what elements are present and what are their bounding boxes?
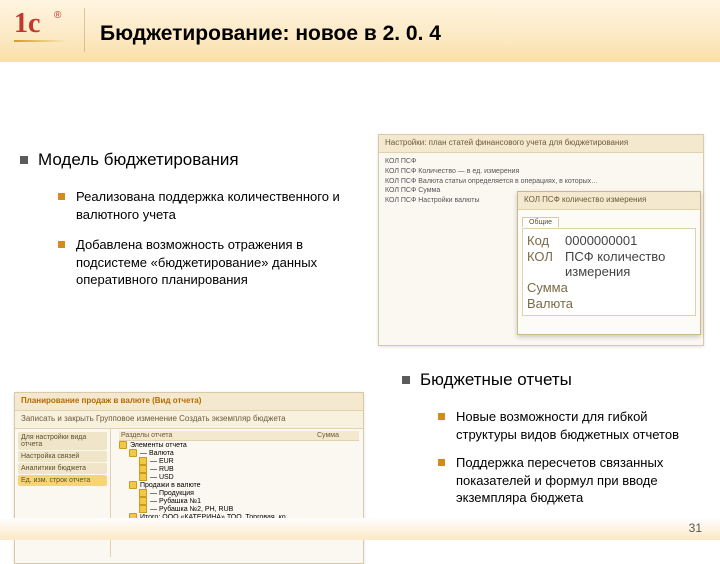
slide-title: Бюджетирование: новое в 2. 0. 4 (100, 22, 441, 46)
item-icon (139, 465, 147, 473)
col-sections: Разделы отчета (121, 432, 317, 439)
square-bullet-small-icon (58, 241, 65, 248)
list-row: КОЛ ПСФ (385, 157, 697, 167)
section1-heading-text: Модель бюджетирования (38, 150, 239, 169)
header-divider (84, 8, 85, 52)
screenshot-settings-window: Настройки: план статей финансового учета… (378, 134, 704, 346)
tree-row: — RUB (119, 465, 359, 473)
col-sum: Сумма (317, 432, 357, 439)
sidebar-item: Для настройки вида отчета (18, 432, 107, 450)
tab-general: Общие (522, 217, 559, 227)
square-bullet-small-icon (438, 459, 445, 466)
grid-header: Разделы отчета Сумма (119, 431, 359, 441)
item-icon (139, 489, 147, 497)
field-value: 0000000001 (565, 233, 691, 248)
screenshot-subwindow: КОЛ ПСФ количество измерения Общие Код 00… (517, 191, 701, 335)
toolbar: Записать и закрыть Групповое изменение С… (15, 411, 363, 429)
tree-grid: Разделы отчета Сумма Элементы отчета — В… (115, 429, 363, 523)
form-row: Код 0000000001 (527, 233, 691, 248)
field-value (577, 296, 691, 311)
list-row: КОЛ ПСФ Валюта статьи определяется в опе… (385, 177, 697, 187)
section2-bullet-2-text: Поддержка пересчетов связанных показател… (438, 454, 698, 507)
window-title-bar: Настройки: план статей финансового учета… (379, 135, 703, 153)
folder-icon (129, 481, 137, 489)
field-label: Код (527, 233, 561, 248)
form-panel: Код 0000000001 КОЛПСФ количество измерени… (522, 228, 696, 316)
section1-heading: Модель бюджетирования (20, 150, 239, 170)
section2-heading-text: Бюджетные отчеты (420, 370, 572, 389)
logo-registered: ® (54, 10, 61, 21)
tree-row: — USD (119, 473, 359, 481)
section1-bullet-1: Реализована поддержка количественного и … (58, 188, 358, 223)
logo-1c: 1c ® (12, 6, 74, 56)
section2-bullet-1-text: Новые возможности для гибкой структуры в… (438, 408, 698, 443)
tree-row: — Валюта (119, 449, 359, 457)
tree-row: Продажи в валюте (119, 481, 359, 489)
sidebar-item: Настройка связей (18, 451, 107, 462)
square-bullet-icon (402, 376, 410, 384)
item-icon (139, 497, 147, 505)
tree-row: — Рубашка №1 (119, 497, 359, 505)
section2-bullet-1: Новые возможности для гибкой структуры в… (438, 408, 698, 443)
section1-bullet-1-text: Реализована поддержка количественного и … (58, 188, 358, 223)
form-row: КОЛПСФ количество измерения (527, 249, 691, 279)
field-label: КОЛ (527, 249, 561, 279)
square-bullet-small-icon (438, 413, 445, 420)
form-row: Валюта (527, 296, 691, 311)
field-label: Валюта (527, 296, 573, 311)
field-value (572, 280, 691, 295)
section2-heading: Бюджетные отчеты (402, 370, 572, 390)
sidebar-item: Аналитики бюджета (18, 463, 107, 474)
tree-row: — Продукция (119, 489, 359, 497)
folder-icon (119, 441, 127, 449)
field-value: ПСФ количество измерения (565, 249, 691, 279)
window-title-bar: Планирование продаж в валюте (Вид отчета… (15, 393, 363, 411)
section2-bullet-2: Поддержка пересчетов связанных показател… (438, 454, 698, 507)
section1-bullet-2: Добавлена возможность отражения в подсис… (58, 236, 358, 289)
list-row: КОЛ ПСФ Количество — в ед. измерения (385, 167, 697, 177)
sidebar-item-selected: Ед. изм. строк отчета (18, 475, 107, 486)
field-label: Сумма (527, 280, 568, 295)
tree-row: — EUR (119, 457, 359, 465)
square-bullet-icon (20, 156, 28, 164)
logo-text: 1c (14, 8, 40, 40)
form-row: Сумма (527, 280, 691, 295)
window-body: Для настройки вида отчета Настройка связ… (15, 429, 363, 561)
page-number: 31 (689, 521, 702, 535)
subwindow-body: Общие Код 0000000001 КОЛПСФ количество из… (518, 210, 700, 318)
section1-bullet-2-text: Добавлена возможность отражения в подсис… (58, 236, 358, 289)
item-icon (139, 457, 147, 465)
folder-icon (129, 449, 137, 457)
subwindow-title-bar: КОЛ ПСФ количество измерения (518, 192, 700, 210)
slide-footer-band (0, 518, 720, 540)
slide-header-band: 1c ® Бюджетирование: новое в 2. 0. 4 (0, 0, 720, 62)
item-icon (139, 473, 147, 481)
logo-underline (14, 40, 66, 42)
item-icon (139, 505, 147, 513)
square-bullet-small-icon (58, 193, 65, 200)
tree-row: — Рубашка №2, PH, RUB (119, 505, 359, 513)
tree-row: Элементы отчета (119, 441, 359, 449)
